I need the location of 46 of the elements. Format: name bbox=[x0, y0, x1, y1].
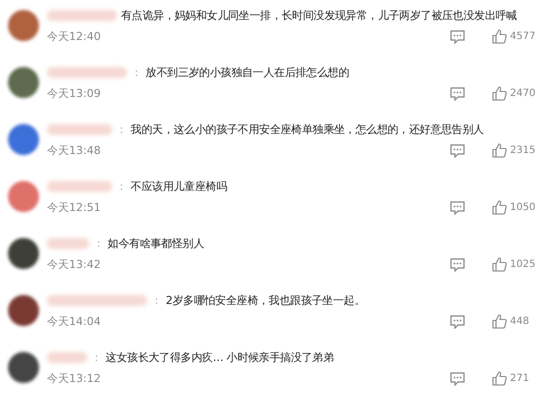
thumbs-up-icon[interactable] bbox=[492, 371, 507, 386]
like-count: 2470 bbox=[510, 88, 536, 99]
colon-separator: ： bbox=[151, 293, 162, 308]
comment-time: 今天13:09 bbox=[47, 86, 101, 101]
comment-text: 不应该用儿童座椅吗 bbox=[130, 179, 228, 194]
comment-time: 今天13:48 bbox=[47, 143, 101, 158]
like-count: 271 bbox=[510, 373, 530, 384]
colon-separator: ： bbox=[131, 65, 142, 80]
thumbs-up-icon[interactable] bbox=[492, 257, 507, 272]
thumbs-up-icon[interactable] bbox=[492, 200, 507, 215]
comment-text: 2岁多哪怕安全座椅，我也跟孩子坐一起。 bbox=[166, 293, 366, 308]
comment-icon[interactable] bbox=[450, 372, 465, 386]
comment-time: 今天13:42 bbox=[47, 257, 101, 272]
like-count: 1050 bbox=[510, 202, 536, 213]
like-count: 4577 bbox=[510, 31, 536, 42]
colon-separator: ： bbox=[116, 179, 127, 194]
like-count: 448 bbox=[510, 316, 530, 327]
comment-text: 放不到三岁的小孩独自一人在后排怎么想的 bbox=[146, 65, 350, 80]
comment-text: 我的天，这么小的孩子不用安全座椅单独乘坐，怎么想的，还好意思告别人 bbox=[130, 122, 484, 137]
like-count: 2315 bbox=[510, 145, 536, 156]
thumbs-up-icon[interactable] bbox=[492, 314, 507, 329]
comment-icon[interactable] bbox=[450, 258, 465, 272]
blurred-username bbox=[47, 238, 89, 249]
blurred-username bbox=[47, 124, 112, 135]
comment-text: 如今有啥事都怪别人 bbox=[108, 236, 204, 251]
colon-separator: ： bbox=[93, 236, 104, 251]
comment-text: 有点诡异，妈妈和女儿同坐一排，长时间没发现异常，儿子两岁了被压也没发出呼喊 bbox=[121, 8, 517, 23]
blurred-username bbox=[47, 181, 112, 192]
colon-separator: ： bbox=[116, 122, 127, 137]
blurred-username bbox=[47, 352, 87, 363]
comment-time: 今天14:04 bbox=[47, 314, 101, 329]
comment-time: 今天12:51 bbox=[47, 200, 101, 215]
thumbs-up-icon[interactable] bbox=[492, 143, 507, 158]
comment-icon[interactable] bbox=[450, 315, 465, 329]
comment-icon[interactable] bbox=[450, 201, 465, 215]
comment-time: 今天13:12 bbox=[47, 371, 101, 386]
thumbs-up-icon[interactable] bbox=[492, 29, 507, 44]
like-count: 1025 bbox=[510, 259, 536, 270]
colon-separator: ： bbox=[91, 350, 102, 365]
comment-text: 这女孩长大了得多内疚… 小时候亲手搞没了弟弟 bbox=[106, 350, 334, 365]
comment-time: 今天12:40 bbox=[47, 29, 101, 44]
comment-icon[interactable] bbox=[450, 87, 465, 101]
comment-icon[interactable] bbox=[450, 30, 465, 44]
comment-icon[interactable] bbox=[450, 144, 465, 158]
thumbs-up-icon[interactable] bbox=[492, 86, 507, 101]
blurred-username bbox=[47, 10, 117, 21]
